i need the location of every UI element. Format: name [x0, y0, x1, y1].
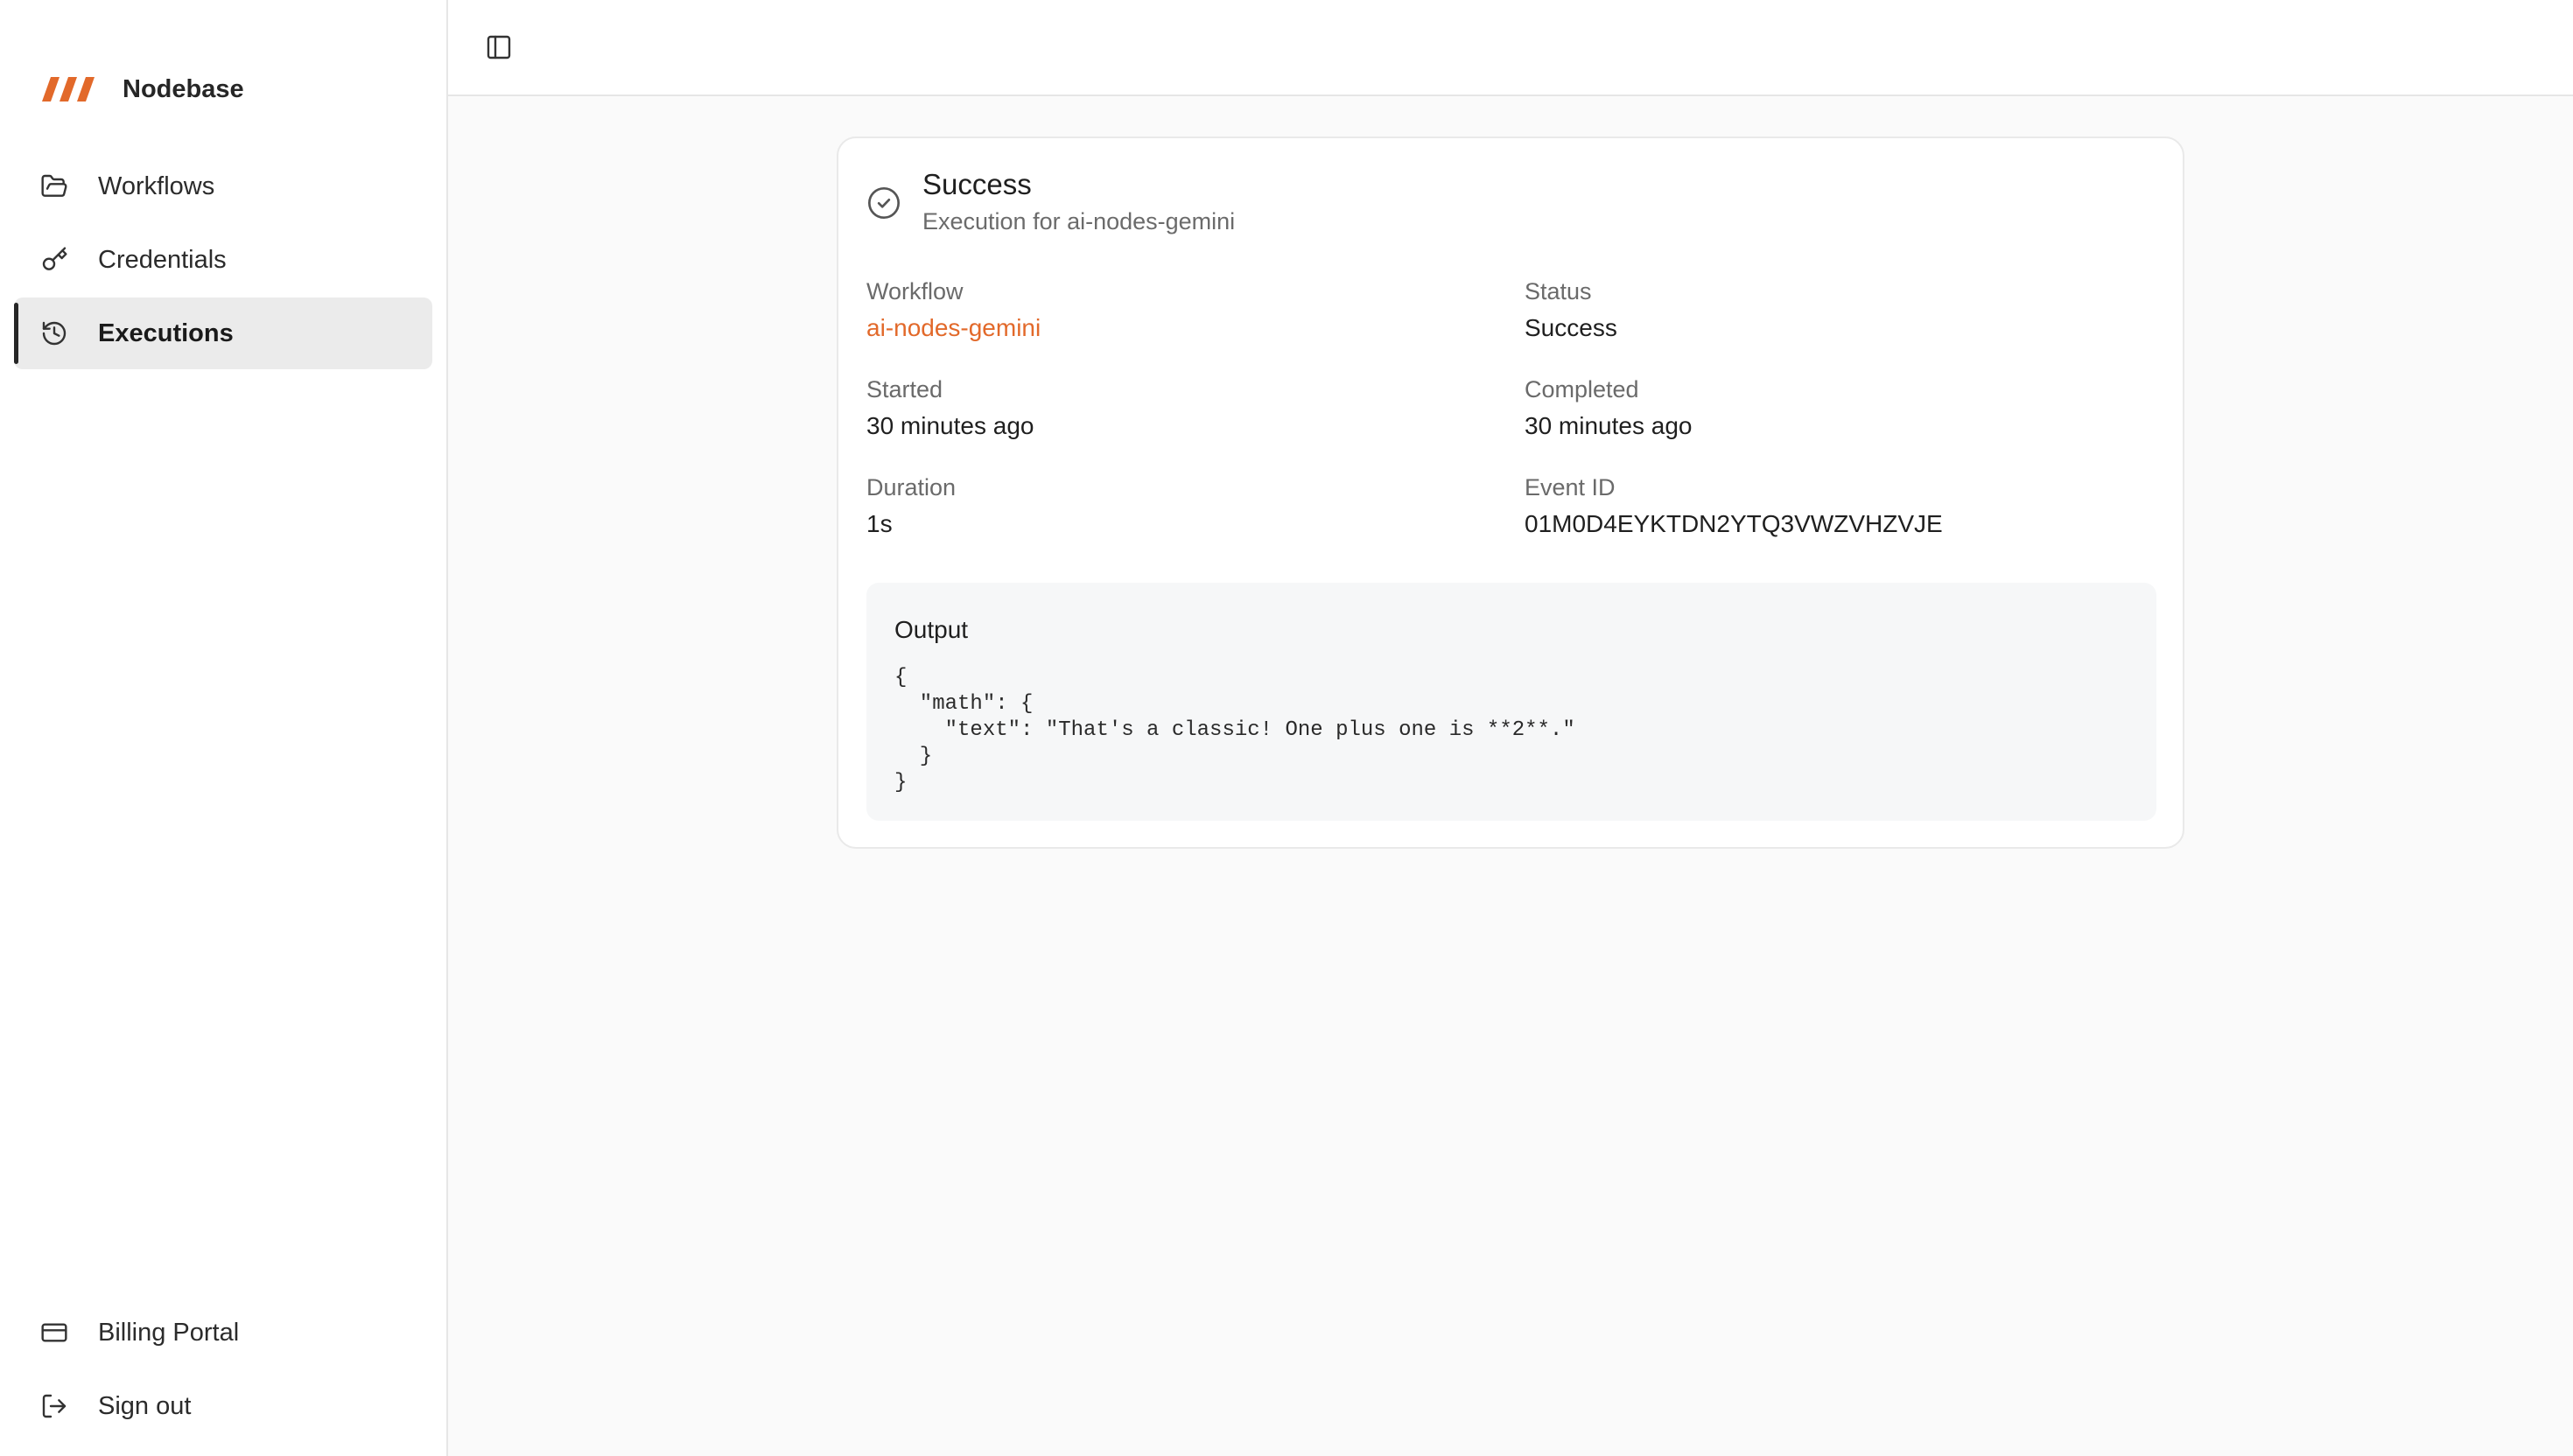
brand[interactable]: Nodebase	[42, 68, 244, 110]
brand-name: Nodebase	[123, 74, 244, 103]
sidebar: Nodebase Workflows Credentials Execution…	[0, 0, 448, 1456]
output-panel: Output { "math": { "text": "That's a cla…	[866, 583, 2156, 821]
sidebar-item-label: Workflows	[98, 172, 215, 200]
sidebar-item-executions[interactable]: Executions	[14, 298, 432, 369]
field-duration: Duration 1s	[866, 474, 1497, 538]
field-completed: Completed 30 minutes ago	[1525, 376, 2155, 440]
field-label: Workflow	[866, 278, 964, 304]
folder-open-icon	[40, 172, 68, 200]
field-value: Success	[1525, 314, 1617, 341]
sidebar-item-credentials[interactable]: Credentials	[14, 224, 432, 296]
field-value: 1s	[866, 510, 893, 537]
sidebar-item-label: Billing Portal	[98, 1318, 240, 1347]
credit-card-icon	[40, 1319, 68, 1347]
field-status: Status Success	[1525, 278, 2155, 342]
execution-title: Success	[922, 168, 1032, 200]
workflow-link[interactable]: ai-nodes-gemini	[866, 314, 1497, 342]
app-root: Nodebase Workflows Credentials Execution…	[0, 0, 2573, 1456]
key-icon	[40, 246, 68, 274]
execution-subtitle: Execution for ai-nodes-gemini	[922, 208, 1236, 234]
field-workflow: Workflow ai-nodes-gemini	[866, 278, 1497, 342]
topbar	[448, 0, 2573, 96]
field-label: Duration	[866, 474, 957, 500]
field-label: Status	[1525, 278, 1592, 304]
execution-card: Success Execution for ai-nodes-gemini Wo…	[837, 136, 2184, 849]
field-label: Completed	[1525, 376, 1639, 402]
sidebar-item-workflows[interactable]: Workflows	[14, 150, 432, 222]
field-label: Started	[866, 376, 943, 402]
sidebar-item-label: Executions	[98, 318, 234, 347]
field-event-id: Event ID 01M0D4EYKTDN2YTQ3VWZVHZVJE	[1525, 474, 2155, 538]
field-label: Event ID	[1525, 474, 1616, 500]
sidebar-item-billing-portal[interactable]: Billing Portal	[14, 1297, 432, 1368]
field-started: Started 30 minutes ago	[866, 376, 1497, 440]
sidebar-item-label: Sign out	[98, 1391, 192, 1420]
sidebar-item-sign-out[interactable]: Sign out	[14, 1370, 432, 1442]
circle-check-icon	[866, 186, 901, 220]
field-value: 30 minutes ago	[866, 412, 1034, 439]
field-value: 01M0D4EYKTDN2YTQ3VWZVHZVJE	[1525, 510, 1943, 537]
history-icon	[40, 319, 68, 347]
sidebar-toggle-button[interactable]	[485, 33, 513, 61]
active-indicator	[14, 303, 18, 364]
log-out-icon	[40, 1392, 68, 1420]
sidebar-item-label: Credentials	[98, 245, 227, 274]
panel-left-icon	[487, 35, 511, 60]
output-title: Output	[894, 616, 969, 643]
field-value: 30 minutes ago	[1525, 412, 1693, 439]
output-code-block: { "math": { "text": "That's a classic! O…	[894, 666, 1575, 794]
nodebase-logo-icon	[42, 77, 95, 102]
